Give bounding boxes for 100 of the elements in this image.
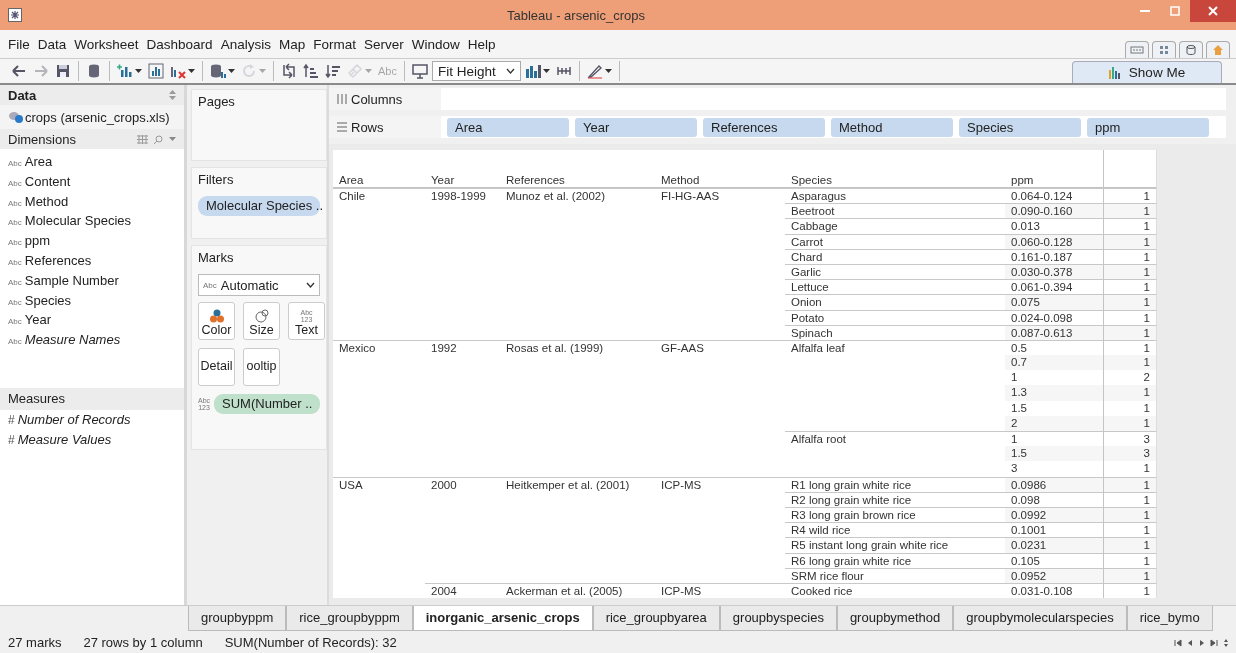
toolbar-button[interactable] — [146, 61, 166, 81]
field-item[interactable]: Abc Molecular Species — [0, 213, 184, 234]
table-cell: 2004 — [425, 582, 500, 599]
column-header[interactable]: ppm — [1011, 173, 1034, 187]
column-header[interactable]: Method — [661, 173, 700, 187]
table-cell: GF-AAS — [655, 339, 785, 356]
refresh-icon — [241, 63, 257, 79]
menu-item[interactable]: Format — [309, 36, 360, 52]
marks-button[interactable]: ooltip — [243, 348, 280, 386]
grid-view-icon — [137, 134, 148, 144]
menu-item[interactable]: Window — [407, 36, 464, 52]
sheet-tab[interactable]: rice_groupbyppm — [286, 606, 413, 631]
field-name: Species — [24, 292, 72, 308]
row-pill[interactable]: Method — [831, 117, 953, 137]
data-source[interactable]: crops (arsenic_crops.xls) — [0, 105, 184, 129]
row-pill[interactable]: Species — [959, 117, 1081, 137]
sheet-tab[interactable]: inorganic_arsenic_crops — [412, 606, 593, 631]
row-pill[interactable]: Area — [447, 117, 569, 137]
row-pill[interactable]: Year — [575, 117, 697, 137]
menu-item[interactable]: File — [4, 36, 34, 52]
nav-button[interactable] — [1210, 638, 1218, 647]
bar-chart-icon — [1108, 66, 1123, 79]
field-item[interactable]: Abc Method — [0, 193, 184, 214]
shelf-title: Columns — [351, 91, 403, 107]
minimize-icon — [1140, 10, 1150, 12]
row-pill[interactable]: References — [703, 117, 825, 137]
table-cell: 1 — [1103, 324, 1157, 340]
marks-button[interactable]: Detail — [198, 348, 235, 386]
field-item[interactable]: # Measure Values — [0, 431, 184, 452]
close-button[interactable] — [1190, 0, 1236, 22]
table-cell: Asparagus — [785, 188, 1005, 204]
table-cell: 1 — [1103, 476, 1157, 492]
caret-icon — [604, 69, 612, 73]
measure-pill[interactable]: SUM(Number .. — [214, 394, 321, 414]
shelf-drop-area[interactable]: Area Year References Method Species ppm — [441, 116, 1226, 138]
nav-button[interactable] — [1174, 638, 1182, 647]
sheet-tab[interactable]: rice_groupbyarea — [592, 606, 720, 631]
filter-pill[interactable]: Molecular Species .. — [198, 196, 320, 216]
field-name: Molecular Species — [24, 213, 131, 229]
field-item[interactable]: Abc ppm — [0, 233, 184, 253]
field-name: ppm — [24, 233, 51, 249]
sheet-tab[interactable]: groupbymolecularspecies — [953, 606, 1127, 631]
toolbar-button[interactable] — [409, 61, 430, 81]
field-name: Measure Values — [17, 431, 112, 447]
sheet-tab[interactable]: groupbymethod — [836, 606, 954, 631]
view-tab[interactable] — [1179, 41, 1203, 58]
table-cell: Beetroot — [785, 203, 1005, 219]
menu-item[interactable]: Map — [274, 36, 310, 52]
grid-icon — [1157, 44, 1171, 56]
table-cell: 1 — [1103, 385, 1157, 401]
table-cell: 0.087-0.613 — [1005, 324, 1103, 340]
column-header[interactable]: Species — [791, 173, 832, 187]
field-item[interactable]: Abc Sample Number — [0, 272, 184, 293]
type-label: # — [8, 412, 15, 427]
menu-item[interactable]: Data — [33, 36, 71, 52]
column-header[interactable]: References — [506, 173, 565, 187]
field-item[interactable]: Abc Content — [0, 173, 184, 194]
field-item[interactable]: Abc Year — [0, 312, 184, 333]
table-cell: 1 — [1103, 263, 1157, 280]
field-name: Method — [24, 193, 69, 209]
table-cell: 1 — [1103, 294, 1157, 310]
table-cell: Chile — [333, 188, 425, 204]
menu-item[interactable]: Server — [359, 36, 408, 52]
menu-item[interactable]: Analysis — [216, 36, 275, 52]
table-cell: 1 — [1103, 552, 1157, 568]
show-me-button[interactable]: Show Me — [1072, 61, 1222, 83]
sheet-tab[interactable]: groupbyppm — [188, 606, 287, 631]
empty-header-cell — [1103, 150, 1157, 188]
nav-button[interactable] — [1222, 638, 1230, 647]
menu-item[interactable]: Dashboard — [142, 36, 217, 52]
table-cell: 1 — [1103, 203, 1157, 219]
column-header[interactable]: Area — [339, 173, 364, 187]
sheet-tab[interactable]: rice_bymo — [1126, 606, 1213, 631]
bar-chart-icon — [524, 63, 541, 79]
table-cell: 1998-1999 — [425, 188, 500, 204]
table-cell: 0.161-0.187 — [1005, 248, 1103, 264]
card-title: Marks — [198, 250, 235, 267]
table-cell: 0.0992 — [1005, 506, 1103, 523]
marks-button[interactable]: Color — [198, 302, 235, 340]
sheet-tab[interactable]: groupbyspecies — [719, 606, 837, 631]
table-cell: 0.060-0.128 — [1005, 233, 1103, 249]
field-item[interactable]: Abc Species — [0, 292, 184, 313]
table-cell: 1 — [1103, 248, 1157, 264]
row-pill[interactable]: ppm — [1087, 117, 1209, 137]
menu-item[interactable]: Help — [463, 36, 500, 52]
menu-item[interactable]: Worksheet — [70, 36, 143, 52]
mark-type-dropdown[interactable]: Abc Automatic — [198, 274, 320, 296]
toolbar-button[interactable] — [301, 61, 321, 81]
field-item[interactable]: Abc References — [0, 253, 184, 273]
column-header[interactable]: Year — [431, 173, 455, 187]
fit-dropdown[interactable]: Fit Height — [431, 61, 521, 81]
table-cell: Garlic — [785, 263, 1005, 280]
field-item[interactable]: Abc Measure Names — [0, 332, 184, 352]
save-icon — [55, 63, 71, 79]
field-item[interactable]: Abc Area — [0, 154, 184, 174]
previous-icon — [1186, 638, 1194, 647]
marks-button[interactable]: Size — [243, 302, 280, 340]
view-tab[interactable] — [1152, 41, 1176, 58]
field-item[interactable]: # Number of Records — [0, 411, 184, 432]
table-cell: 1 — [1103, 567, 1157, 583]
